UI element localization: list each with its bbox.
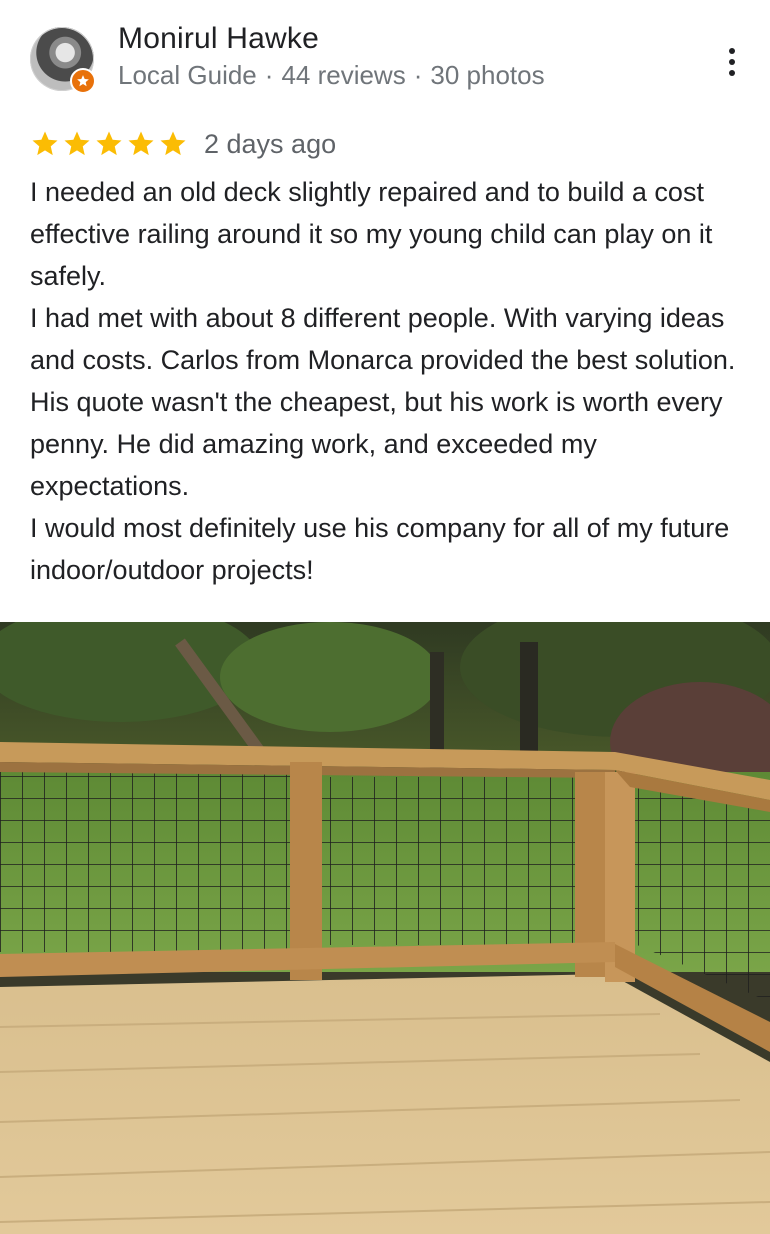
reviewer-photo-count: 30 photos (430, 60, 545, 90)
deck-railing-photo (0, 622, 770, 1234)
reviewer-meta: Local Guide · 44 reviews · 30 photos (118, 60, 545, 91)
reviewer-badge: Local Guide (118, 60, 257, 90)
star-icon (64, 131, 90, 156)
star-rating (30, 129, 188, 159)
reviewer-review-count: 44 reviews (281, 60, 406, 90)
review-header: Monirul Hawke Local Guide · 44 reviews ·… (0, 0, 770, 110)
meta-separator: · (413, 60, 423, 90)
meta-separator: · (264, 60, 274, 90)
more-vert-icon[interactable] (714, 44, 750, 80)
reviewer-name[interactable]: Monirul Hawke (118, 22, 319, 56)
review-date: 2 days ago (204, 128, 337, 159)
review-photo[interactable] (0, 622, 770, 1234)
avatar[interactable] (30, 27, 96, 94)
review-paragraph: I had met with about 8 different people.… (30, 303, 736, 501)
rating-row: 2 days ago (30, 124, 336, 164)
review-paragraph: I needed an old deck slightly repaired a… (30, 177, 713, 291)
star-icon (96, 131, 122, 156)
star-icon (32, 131, 58, 156)
local-guide-star-icon (70, 68, 96, 94)
star-icon (128, 131, 154, 156)
star-icon (160, 131, 186, 156)
review-paragraph: I would most definitely use his company … (30, 513, 730, 585)
review-text: I needed an old deck slightly repaired a… (30, 171, 750, 591)
